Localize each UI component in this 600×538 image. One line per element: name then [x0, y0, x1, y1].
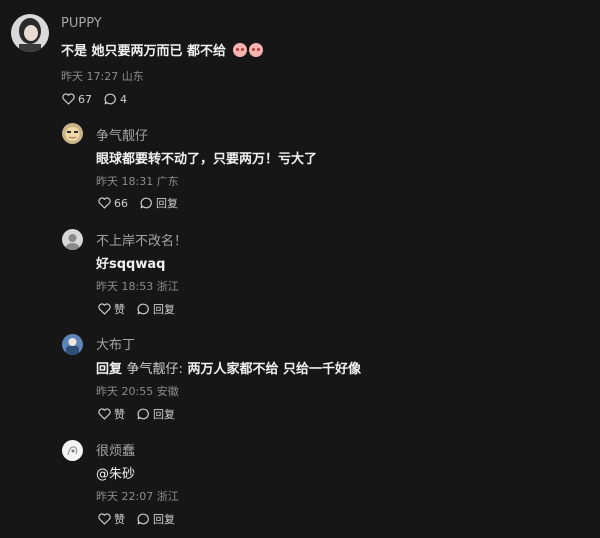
comment-text-body: 不是 她只要两万而已 都不给 [61, 44, 227, 59]
heart-icon [62, 93, 75, 105]
reply-text: 回复 争气靓仔: 两万人家都不给 只给一千好像 [96, 358, 361, 377]
reply-time: 昨天 18:31 [96, 175, 154, 188]
like-button[interactable]: 赞 [98, 301, 125, 317]
speech-bubble-icon [104, 93, 116, 105]
reply-location: 广东 [156, 175, 179, 188]
username[interactable]: PUPPY [61, 16, 102, 31]
speech-bubble-icon [137, 408, 149, 420]
reply-label: 回复 [156, 197, 178, 210]
reply-meta: 昨天 20:55 安徽 [96, 383, 179, 399]
like-button[interactable]: 赞 [98, 511, 125, 527]
red-face-emoji-icon [232, 43, 247, 57]
heart-icon [98, 303, 111, 315]
reply-label: 回复 [153, 408, 175, 421]
reply-to-user[interactable]: 争气靓仔: [127, 362, 183, 377]
username[interactable]: 争气靓仔 [96, 125, 148, 144]
heart-icon [98, 197, 111, 209]
avatar[interactable] [62, 229, 83, 250]
speech-bubble-icon [137, 513, 149, 525]
like-label: 66 [114, 196, 128, 210]
comment-actions: 67 4 [62, 91, 127, 107]
comment-location: 山东 [121, 70, 144, 83]
comment-text: 不是 她只要两万而已 都不给 [61, 40, 263, 59]
reply-label: 回复 [153, 513, 175, 526]
reply-button[interactable]: 回复 [137, 511, 175, 527]
reply-time: 昨天 20:55 [96, 385, 154, 398]
mention-link[interactable]: @朱砂 [96, 467, 135, 482]
reply-meta: 昨天 18:31 广东 [96, 173, 179, 189]
speech-bubble-icon [137, 303, 149, 315]
reply-button[interactable]: 回复 [140, 195, 178, 211]
username[interactable]: 很烦蠢 [96, 440, 135, 459]
reply-location: 浙江 [156, 280, 179, 293]
heart-icon [98, 513, 111, 525]
reply-count: 4 [120, 92, 127, 106]
reply-actions: 赞 回复 [98, 301, 175, 317]
reply-label: 回复 [153, 303, 175, 316]
reply-time: 昨天 22:07 [96, 490, 154, 503]
reply-actions: 赞 回复 [98, 511, 175, 527]
like-label: 赞 [114, 408, 125, 421]
like-button[interactable]: 66 [98, 197, 128, 210]
reply-text: @朱砂 [96, 463, 135, 482]
like-label: 赞 [114, 513, 125, 526]
username[interactable]: 不上岸不改名！ [96, 230, 187, 249]
red-face-emoji-icon [248, 43, 263, 57]
reply-meta: 昨天 18:53 浙江 [96, 278, 179, 294]
reply-button[interactable]: 4 [104, 93, 127, 106]
avatar[interactable] [11, 14, 49, 52]
speech-bubble-icon [140, 197, 152, 209]
reply-meta: 昨天 22:07 浙江 [96, 488, 179, 504]
comment-meta: 昨天 17:27 山东 [61, 68, 144, 84]
avatar[interactable] [62, 334, 83, 355]
reply-time: 昨天 18:53 [96, 280, 154, 293]
avatar[interactable] [62, 123, 83, 144]
reply-location: 浙江 [156, 490, 179, 503]
like-button[interactable]: 67 [62, 93, 92, 106]
avatar[interactable] [62, 440, 83, 461]
like-count: 67 [78, 92, 92, 106]
reply-text: 好sqqwaq [96, 257, 166, 272]
reply-body: 两万人家都不给 只给一千好像 [187, 362, 361, 377]
reply-button[interactable]: 回复 [137, 406, 175, 422]
reply-location: 安徽 [156, 385, 179, 398]
like-label: 赞 [114, 303, 125, 316]
reply-text: 眼球都要转不动了，只要两万！亏大了 [96, 152, 318, 167]
reply-actions: 赞 回复 [98, 406, 175, 422]
like-button[interactable]: 赞 [98, 406, 125, 422]
reply-button[interactable]: 回复 [137, 301, 175, 317]
comment-time: 昨天 17:27 [61, 70, 119, 83]
reply-actions: 66 回复 [98, 195, 178, 211]
heart-icon [98, 408, 111, 420]
username[interactable]: 大布丁 [96, 334, 135, 353]
reply-prefix: 回复 [96, 362, 123, 377]
